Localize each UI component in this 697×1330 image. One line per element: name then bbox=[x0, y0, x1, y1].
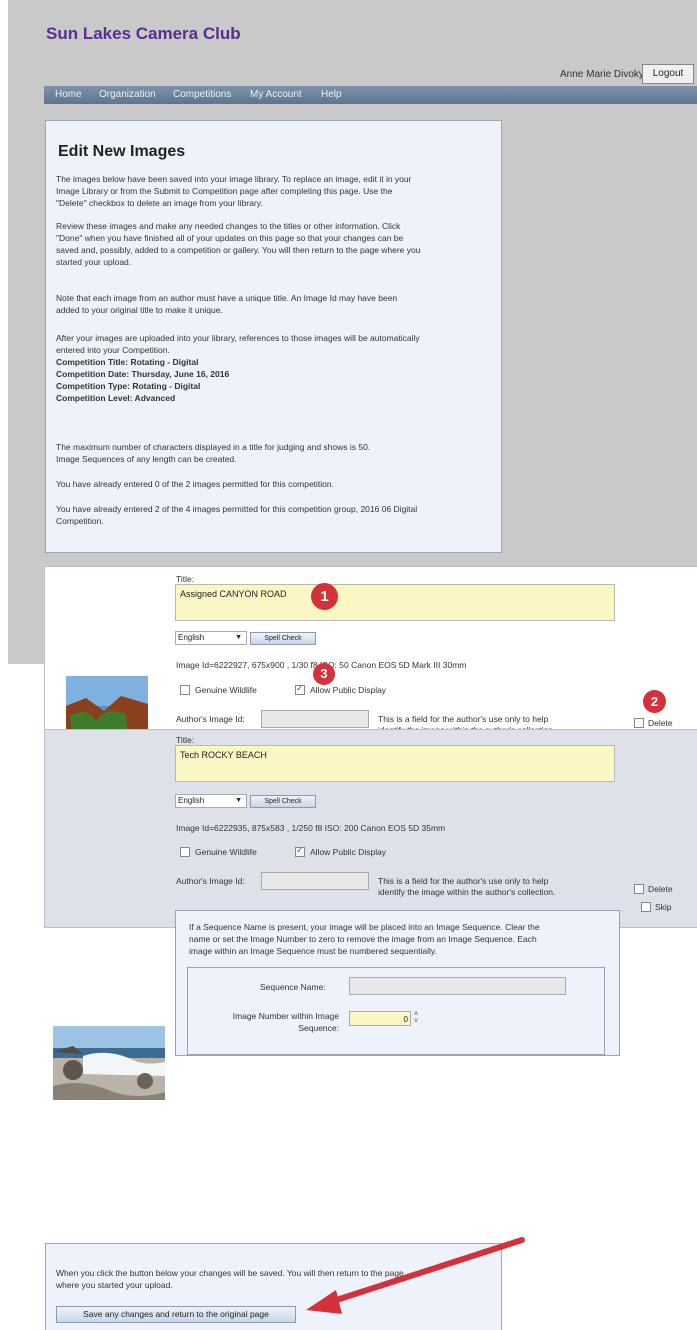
genuine-wildlife-label: Genuine Wildlife bbox=[195, 847, 257, 857]
annotation-badge-2: 2 bbox=[643, 690, 666, 713]
genuine-wildlife-label: Genuine Wildlife bbox=[195, 685, 257, 695]
annotation-badge-1: 1 bbox=[311, 583, 338, 610]
logout-button[interactable]: Logout bbox=[642, 64, 694, 84]
number-spinner[interactable]: ˄˅ bbox=[414, 1011, 418, 1025]
image-number-label: Image Number within ImageSequence: bbox=[232, 1011, 339, 1033]
sequence-fields: Sequence Name: Image Number within Image… bbox=[187, 967, 605, 1055]
arrow-icon bbox=[306, 1237, 525, 1314]
intro-paragraph-5: The maximum number of characters display… bbox=[56, 442, 371, 464]
author-image-id-input[interactable] bbox=[261, 710, 369, 728]
group-count-text: You have already entered 2 of the 4 imag… bbox=[56, 504, 418, 526]
nav-bar: Home Organization Competitions My Accoun… bbox=[44, 86, 697, 104]
image-row-2: Title: Tech ROCKY BEACH English ▼ Spell C… bbox=[44, 729, 697, 1100]
nav-organization[interactable]: Organization bbox=[99, 89, 156, 100]
intro-panel: Edit New Images The images below have be… bbox=[45, 120, 502, 553]
nav-home[interactable]: Home bbox=[55, 89, 82, 100]
genuine-wildlife-checkbox[interactable] bbox=[180, 685, 190, 695]
sequence-help: If a Sequence Name is present, your imag… bbox=[189, 922, 540, 956]
title-input[interactable]: Tech ROCKY BEACH bbox=[175, 745, 615, 782]
author-id-label: Author's Image Id: bbox=[176, 876, 245, 886]
skip-checkbox[interactable] bbox=[641, 902, 651, 912]
nav-my-account[interactable]: My Account bbox=[250, 89, 302, 100]
intro-paragraph-4: After your images are uploaded into your… bbox=[56, 333, 420, 355]
image-row-1: Title: Assigned CANYON ROAD English ▼ Spe… bbox=[44, 566, 697, 894]
sequence-panel: If a Sequence Name is present, your imag… bbox=[175, 910, 620, 1056]
image-info: Image Id=6222935, 875x583 , 1/250 f8 ISO… bbox=[176, 823, 446, 833]
author-image-id-input[interactable] bbox=[261, 872, 369, 890]
delete-label: Delete bbox=[648, 884, 673, 894]
language-select[interactable]: English ▼ bbox=[175, 794, 247, 808]
title-label: Title: bbox=[176, 735, 195, 745]
intro-paragraph-2: Review these images and make any needed … bbox=[56, 221, 421, 267]
delete-label: Delete bbox=[648, 718, 673, 728]
delete-checkbox[interactable] bbox=[634, 718, 644, 728]
spell-check-button[interactable]: Spell Check bbox=[250, 632, 316, 645]
page-title: Edit New Images bbox=[58, 143, 186, 160]
allow-public-display-checkbox[interactable] bbox=[295, 845, 305, 857]
annotation-badge-3: 3 bbox=[313, 663, 335, 685]
intro-paragraph-1: The images below have been saved into yo… bbox=[56, 174, 412, 208]
delete-checkbox[interactable] bbox=[634, 884, 644, 894]
genuine-wildlife-checkbox[interactable] bbox=[180, 847, 190, 857]
chevron-down-icon: ▼ bbox=[235, 797, 242, 804]
sequence-name-input[interactable] bbox=[349, 977, 566, 995]
site-title[interactable]: Sun Lakes Camera Club bbox=[46, 24, 241, 44]
chevron-down-icon: ▼ bbox=[235, 634, 242, 641]
intro-paragraph-3: Note that each image from an author must… bbox=[56, 293, 398, 315]
nav-help[interactable]: Help bbox=[321, 89, 342, 100]
entries-count-text: You have already entered 0 of the 2 imag… bbox=[56, 479, 334, 489]
author-id-help: This is a field for the author's use onl… bbox=[378, 876, 556, 897]
sequence-name-label: Sequence Name: bbox=[260, 982, 326, 992]
title-input[interactable]: Assigned CANYON ROAD bbox=[175, 584, 615, 621]
user-name: Anne Marie Divoky bbox=[560, 69, 644, 80]
author-id-label: Author's Image Id: bbox=[176, 714, 245, 724]
save-and-return-button[interactable]: Save any changes and return to the origi… bbox=[56, 1306, 296, 1323]
allow-public-display-checkbox[interactable] bbox=[295, 683, 305, 695]
title-label: Title: bbox=[176, 574, 195, 584]
skip-label: Skip bbox=[655, 902, 672, 912]
language-select[interactable]: English ▼ bbox=[175, 631, 247, 645]
nav-competitions[interactable]: Competitions bbox=[173, 89, 231, 100]
image-thumbnail-rocky-beach[interactable] bbox=[53, 1026, 165, 1100]
competition-details: Competition Title: Rotating - Digital Com… bbox=[56, 357, 230, 403]
allow-public-display-label: Allow Public Display bbox=[310, 847, 387, 857]
image-number-input[interactable]: 0 bbox=[349, 1011, 411, 1026]
spell-check-button[interactable]: Spell Check bbox=[250, 795, 316, 808]
allow-public-display-label: Allow Public Display bbox=[310, 685, 387, 695]
